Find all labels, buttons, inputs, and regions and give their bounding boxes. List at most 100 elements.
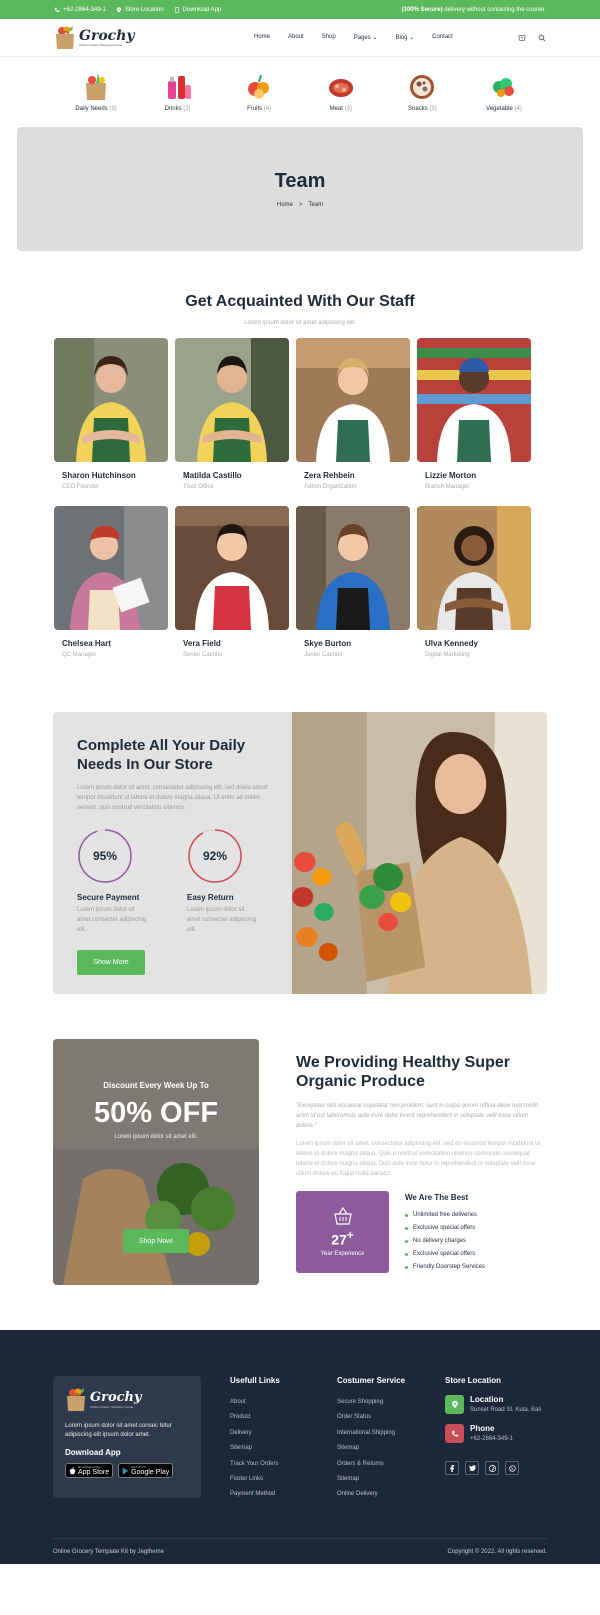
footer-link[interactable]: Track Your Orders: [230, 1457, 280, 1472]
footer-link[interactable]: Footer Links: [230, 1472, 280, 1487]
staff-card[interactable]: Skye Burton Junior Cashier: [296, 506, 410, 658]
footer-credit: Online Grocery Template Kit by Jegtheme: [53, 1548, 164, 1555]
pinterest-icon[interactable]: [485, 1461, 499, 1475]
footer-brand-name: Grochy: [90, 1390, 142, 1405]
staff-photo: [296, 338, 410, 462]
store-location-link[interactable]: Store Location: [116, 7, 164, 13]
app-store-button[interactable]: Download on the App Store: [65, 1463, 114, 1478]
staff-photo: [54, 506, 168, 630]
nav-pages[interactable]: Pages ⌄: [354, 34, 378, 41]
daily-needs-section: Complete All Your Daily Needs In Our Sto…: [53, 712, 547, 994]
stat-text: Lorem ipsum dolor sit amet consectet adi…: [77, 907, 147, 933]
staff-photo: [417, 338, 531, 462]
staff-card[interactable]: Sharon Hutchinson CEO Founder: [54, 338, 168, 490]
stat-secure-payment: 95% Secure Payment Lorem ipsum dolor sit…: [77, 828, 147, 935]
shop-now-button[interactable]: Shop Now!: [123, 1229, 189, 1253]
breadcrumb-home[interactable]: Home: [277, 202, 293, 208]
stat-value: 92%: [202, 849, 228, 863]
cart-icon[interactable]: [518, 34, 526, 42]
staff-name: Skye Burton: [304, 639, 352, 648]
footer-link[interactable]: Sitemap: [230, 1441, 280, 1456]
footer-link[interactable]: Delivery: [230, 1426, 280, 1441]
category-daily-needs[interactable]: Daily Needs (3): [68, 71, 124, 127]
twitter-icon[interactable]: [465, 1461, 479, 1475]
footer-column-title: Usefull Links: [230, 1376, 280, 1385]
drinks-icon: [167, 76, 191, 99]
apple-icon: [69, 1466, 76, 1474]
best-title: We Are The Best: [405, 1193, 469, 1202]
category-meat[interactable]: Meat (3): [313, 71, 369, 127]
footer-link[interactable]: Sitemap: [337, 1441, 405, 1456]
list-item: No delivery charges: [405, 1235, 485, 1248]
chevron-down-icon: ⌄: [372, 35, 378, 41]
promo-section: Discount Every Week Up To 50% OFF Lorem …: [53, 1039, 547, 1285]
category-label: Fruits: [247, 106, 263, 112]
nav-about[interactable]: About: [288, 34, 304, 41]
nav-blog[interactable]: Blog ⌄: [395, 34, 414, 41]
footer-link[interactable]: About: [230, 1395, 280, 1410]
footer-link[interactable]: Online Delivery: [337, 1487, 405, 1502]
category-label: Daily Needs: [75, 106, 108, 112]
footer-link[interactable]: Payment Method: [230, 1487, 280, 1502]
discount-headline: 50% OFF: [93, 1097, 219, 1129]
staff-card[interactable]: Zera Rehbein Admin Organization: [296, 338, 410, 490]
download-app-link[interactable]: Download App: [174, 6, 221, 13]
organic-text: Lorem ipsum dolor sit amet, consectetur …: [296, 1141, 541, 1177]
meat-icon: [328, 79, 353, 97]
staff-name: Zera Rehbein: [304, 471, 355, 480]
category-drinks[interactable]: Drinks (3): [150, 71, 206, 127]
footer-link[interactable]: Order Status: [337, 1410, 405, 1425]
stat-title: Easy Return: [187, 893, 234, 902]
staff-grid: Sharon Hutchinson CEO Founder Matilda Ca…: [54, 338, 600, 658]
category-count: (3): [183, 106, 191, 112]
footer-text: Lorem ipsum dolor sit amet consec tetur …: [65, 1423, 172, 1438]
page-banner: Team Home > Team: [17, 127, 583, 251]
phone-link[interactable]: +62-2864-349-1: [54, 7, 106, 13]
progress-ring: 92%: [187, 828, 243, 884]
fruits-icon: [248, 74, 270, 99]
footer-link[interactable]: International Shipping: [337, 1426, 405, 1441]
category-label: Drinks: [164, 106, 182, 112]
category-label: Vegetable: [486, 106, 513, 112]
facebook-icon[interactable]: [445, 1461, 459, 1475]
nav-shop[interactable]: Shop: [322, 34, 336, 41]
staff-photo: [417, 506, 531, 630]
progress-ring: 95%: [77, 828, 133, 884]
secure-bold-text: (100% Secure): [401, 6, 443, 13]
footer-customer-service: Costumer Service Secure Shopping Order S…: [337, 1376, 405, 1503]
staff-photo: [175, 506, 289, 630]
category-fruits[interactable]: Fruits (4): [231, 71, 287, 127]
nav-home[interactable]: Home: [254, 34, 270, 41]
nav-contact[interactable]: Contact: [432, 34, 453, 41]
list-item: Unlimited free deliveries: [405, 1209, 485, 1222]
category-snacks[interactable]: Snacks (3): [394, 71, 450, 127]
footer-link[interactable]: Sitemap: [337, 1472, 405, 1487]
breadcrumb-current: Team: [308, 202, 324, 208]
experience-value: 27: [331, 1231, 347, 1248]
organic-quote: "Excepteur sint occaecat cupidatat non p…: [296, 1103, 538, 1129]
whatsapp-icon[interactable]: [505, 1461, 519, 1475]
staff-card[interactable]: Chelsea Hart QC Manager: [54, 506, 168, 658]
shopper-image: [292, 712, 547, 994]
google-play-button[interactable]: GET IT ON Google Play: [118, 1463, 174, 1478]
top-bar: +62-2864-349-1 Store Location Download A…: [0, 0, 600, 19]
staff-card[interactable]: Ulva Kennedy Digital Marketing: [417, 506, 531, 658]
brand-tagline: Online Grocery Shopping Center: [79, 42, 123, 47]
phone-icon: [445, 1424, 464, 1443]
search-icon[interactable]: [538, 33, 546, 42]
daily-needs-content: Complete All Your Daily Needs In Our Sto…: [53, 712, 292, 994]
category-vegetable[interactable]: Vegetable (4): [476, 71, 532, 127]
footer-link[interactable]: Product: [230, 1410, 280, 1425]
footer-link[interactable]: Secure Shopping: [337, 1395, 405, 1410]
list-item: Friendly Doorstep Services: [405, 1261, 485, 1274]
staff-card[interactable]: Vera Field Senior Cashier: [175, 506, 289, 658]
footer-logo[interactable]: Grochy Online Grocery Shopping Center: [65, 1388, 189, 1412]
footer-link[interactable]: Orders & Returns: [337, 1457, 405, 1472]
staff-card[interactable]: Lizzie Morton Branch Manager: [417, 338, 531, 490]
breadcrumb-separator-icon: >: [298, 202, 303, 208]
site-logo[interactable]: Grochy Online Grocery Shopping Center: [54, 25, 194, 50]
show-more-button[interactable]: Show More: [77, 950, 145, 975]
grocery-bag-logo-icon: [67, 1388, 85, 1411]
staff-card[interactable]: Matilda Castillo Trust Office: [175, 338, 289, 490]
secure-text: delivery without contacting the courier.: [444, 6, 546, 13]
